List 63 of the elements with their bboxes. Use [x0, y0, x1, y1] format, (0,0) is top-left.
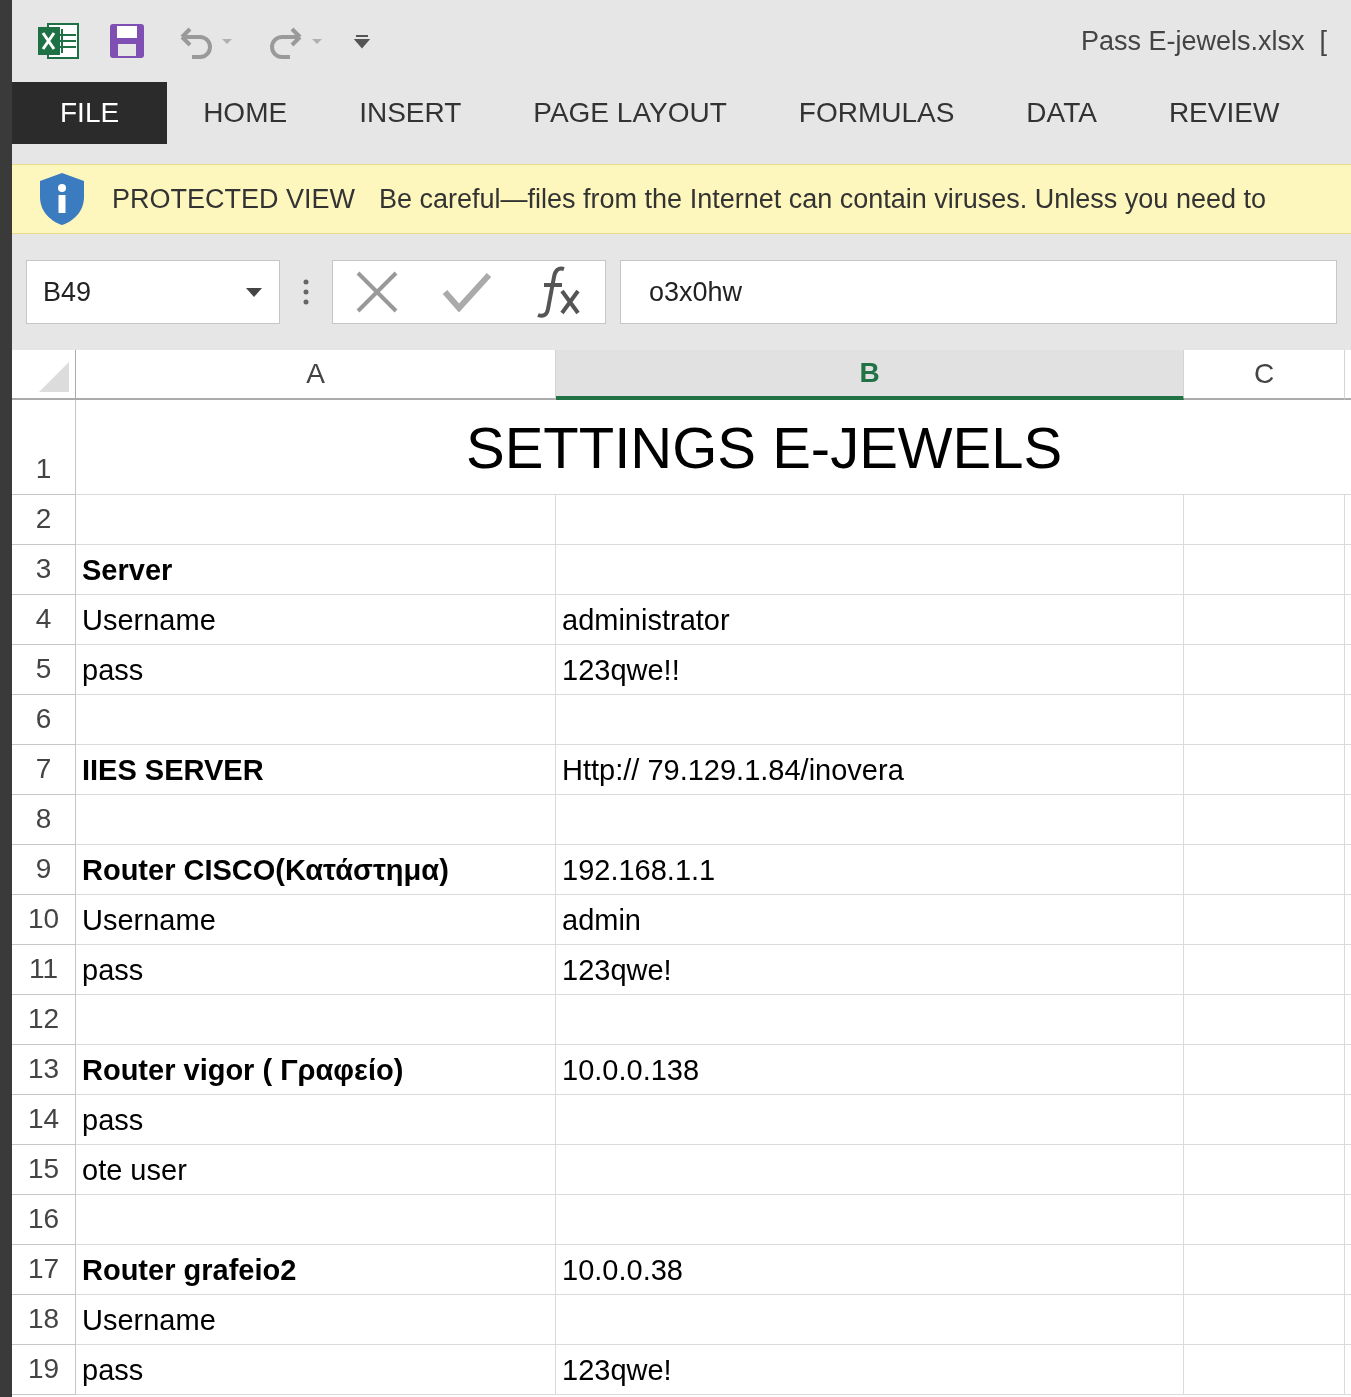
table-cell: admin [556, 895, 1184, 945]
table-cell: pass [76, 1095, 556, 1145]
row-header[interactable]: 8 [12, 795, 76, 845]
protected-view-label: PROTECTED VIEW [112, 182, 355, 216]
table-cell: Server [76, 545, 556, 595]
table-cell: Router CISCO(Κατάστημα) [76, 845, 556, 895]
formula-field[interactable]: o3x0hw [620, 260, 1337, 324]
dropdown-caret-icon[interactable] [245, 286, 263, 298]
row-header[interactable]: 16 [12, 1195, 76, 1245]
ribbon-tab[interactable]: FILE [12, 82, 168, 144]
column-header[interactable]: B [556, 350, 1184, 400]
row-header[interactable]: 1 [12, 400, 76, 495]
table-cell: pass [76, 645, 556, 695]
table-cell: pass [76, 1345, 556, 1395]
row-header[interactable]: 15 [12, 1145, 76, 1195]
column-header[interactable]: C [1184, 350, 1345, 400]
table-cell: Http:// 79.129.1.84/inovera [556, 745, 1184, 795]
row-header[interactable]: 2 [12, 495, 76, 545]
row-header[interactable]: 3 [12, 545, 76, 595]
sheet-title: SETTINGS E-JEWELS [466, 413, 1063, 482]
ribbon-tab[interactable]: DATA [990, 82, 1133, 144]
table-cell: administrator [556, 595, 1184, 645]
table-cell: 192.168.1.1 [556, 845, 1184, 895]
table-cell: Username [76, 595, 556, 645]
row-header[interactable]: 12 [12, 995, 76, 1045]
row-header[interactable]: 13 [12, 1045, 76, 1095]
row-header[interactable]: 4 [12, 595, 76, 645]
table-cell: 123qwe! [556, 1345, 1184, 1395]
table-cell: 10.0.0.38 [556, 1245, 1184, 1295]
row-header[interactable]: 18 [12, 1295, 76, 1345]
protected-view-message: Be careful—files from the Internet can contain viruses. Unless you need to [379, 182, 1266, 216]
table-cell: Username [76, 1295, 556, 1345]
ribbon-tab[interactable]: INSERT [323, 82, 498, 144]
table-cell: pass [76, 945, 556, 995]
excel-logo-icon[interactable] [36, 21, 80, 61]
table-cell: Username [76, 895, 556, 945]
ribbon-tab[interactable]: REVIEW [1132, 82, 1316, 144]
cancel-icon[interactable] [354, 271, 400, 313]
row-header[interactable]: 10 [12, 895, 76, 945]
row-header[interactable]: 7 [12, 745, 76, 795]
table-cell: Router vigor ( Γραφείο) [76, 1045, 556, 1095]
table-cell: 123qwe! [556, 945, 1184, 995]
name-box[interactable]: B49 [26, 260, 280, 324]
row-header[interactable]: 11 [12, 945, 76, 995]
table-cell: ote user [76, 1145, 556, 1195]
column-header[interactable]: A [76, 350, 556, 400]
ribbon-tab[interactable]: FORMULAS [762, 82, 991, 144]
table-cell: 123qwe!! [556, 645, 1184, 695]
row-header[interactable]: 14 [12, 1095, 76, 1145]
row-header[interactable]: 17 [12, 1245, 76, 1295]
row-header[interactable]: 6 [12, 695, 76, 745]
save-icon[interactable] [108, 22, 146, 60]
table-cell: Router grafeio2 [76, 1245, 556, 1295]
checkmark-icon[interactable] [442, 272, 492, 312]
ribbon-tab[interactable]: PAGE LAYOUT [497, 82, 763, 144]
customize-toolbar-icon[interactable] [354, 33, 370, 49]
row-header[interactable]: 5 [12, 645, 76, 695]
table-cell: 10.0.0.138 [556, 1045, 1184, 1095]
row-header[interactable]: 19 [12, 1345, 76, 1395]
ribbon-tab[interactable]: HOME [167, 82, 324, 144]
table-cell: IIES SERVER [76, 745, 556, 795]
row-header[interactable]: 9 [12, 845, 76, 895]
window-title: Pass E-jewels.xlsx [ [1080, 24, 1327, 58]
